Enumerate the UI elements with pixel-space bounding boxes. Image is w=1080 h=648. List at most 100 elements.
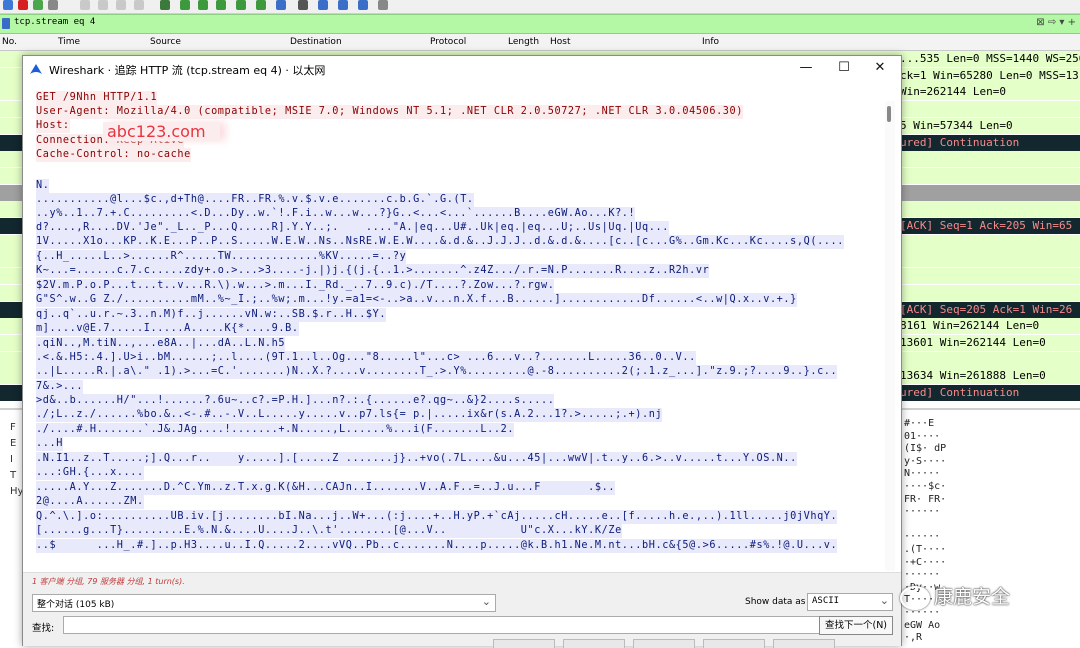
server-line: {..H_.....L..>......R^.....TW...........…	[36, 250, 407, 264]
detail-item[interactable]: T	[10, 470, 16, 481]
restart-capture-icon[interactable]	[33, 0, 43, 10]
server-line: $2V.m.P.o.P...t...t..v...R.\).w...>.m...…	[36, 279, 555, 293]
server-line: 2@....A......ZM.	[36, 495, 144, 509]
display-filter-input[interactable]: tcp.stream eq 4	[14, 17, 95, 27]
col-destination[interactable]: Destination	[290, 37, 342, 47]
hex-ascii-line: ····$c·	[904, 481, 947, 492]
col-time[interactable]: Time	[58, 37, 80, 47]
stream-content[interactable]: GET /9Nhn HTTP/1.1 User-Agent: Mozilla/4.…	[31, 91, 883, 571]
hex-ascii-line: .(T····	[904, 544, 947, 555]
server-line: 1V.....X1o...KP..K.E...P..P..S.....W.E.W…	[36, 235, 845, 249]
normal-size-icon[interactable]	[358, 0, 368, 10]
find-input[interactable]	[63, 616, 821, 634]
wireshark-fin-icon	[30, 64, 42, 74]
detail-item[interactable]: E	[10, 438, 16, 449]
server-line: 7&.>...	[36, 380, 84, 394]
server-line: G"S^.w..G Z./..........mM..%~_I.;..%w;.m…	[36, 293, 797, 307]
open-file-icon[interactable]	[80, 0, 90, 10]
server-line: d?....,R....DV.'Je"._L.._P...Q.....R].Y.…	[36, 221, 669, 235]
last-packet-icon[interactable]	[256, 0, 266, 10]
server-line: ...H	[36, 437, 63, 451]
server-line: >d&..b......H/"...!......?.6u~..c?.=P.H.…	[36, 394, 555, 408]
col-no[interactable]: No.	[2, 37, 17, 47]
server-line: m]....v@E.7.....I.....A.....K{*....9.B.	[36, 322, 299, 336]
close-file-icon[interactable]	[116, 0, 126, 10]
packet-info: 8161 Win=262144 Len=0	[900, 319, 1040, 333]
col-info[interactable]: Info	[702, 37, 719, 47]
hex-ascii-line: #···E	[904, 418, 935, 429]
close-button[interactable]: ✕	[865, 59, 895, 77]
col-source[interactable]: Source	[150, 37, 181, 47]
server-line: .<.&.H5:.4.].U>i..bM......;..l....(9T.1.…	[36, 351, 696, 365]
client-line: GET /9Nhn HTTP/1.1	[36, 91, 158, 105]
display-filter-bar[interactable]: tcp.stream eq 4 ⊠ ⇨ ▾ +	[0, 14, 1080, 34]
first-packet-icon[interactable]	[236, 0, 246, 10]
col-protocol[interactable]: Protocol	[430, 37, 466, 47]
watermark: 康鹿安全	[900, 582, 1060, 612]
server-line: N.	[36, 179, 50, 193]
go-forward-icon[interactable]	[198, 0, 208, 10]
hex-ascii-line: ······	[904, 531, 941, 543]
resize-columns-icon[interactable]	[378, 0, 388, 10]
server-line: .....A.Y...Z.......D.^C.Ym..z.T.x.g.K(&H…	[36, 481, 616, 495]
client-line: Host:	[36, 119, 70, 133]
minimize-button[interactable]: —	[791, 59, 821, 77]
show-data-label: Show data as	[745, 597, 806, 607]
go-to-packet-icon[interactable]	[216, 0, 226, 10]
hex-ascii-line: 01····	[904, 430, 941, 442]
hex-ascii-line: ······	[904, 569, 941, 581]
filter-buttons[interactable]: ⊠ ⇨ ▾ +	[1036, 17, 1076, 28]
zoom-in-icon[interactable]	[318, 0, 328, 10]
save-file-icon[interactable]	[98, 0, 108, 10]
find-next-button[interactable]: 查找下一个(N)	[819, 616, 893, 635]
maximize-button[interactable]: ☐	[829, 59, 859, 77]
server-line: ./;L..z./......%bo.&..<-.#..-.V..L.....y…	[36, 408, 663, 422]
show-data-select[interactable]: ASCII ⌄	[807, 593, 893, 611]
dialog-title: Wireshark · 追踪 HTTP 流 (tcp.stream eq 4) …	[49, 64, 326, 77]
packet-info: [ACK] Seq=1 Ack=205 Win=65	[900, 219, 1073, 232]
server-line: .N.I1..z..T.....;].Q...r.. y.....].[....…	[36, 452, 797, 466]
hex-ascii-line: y·S····	[904, 455, 947, 467]
start-capture-icon[interactable]	[3, 0, 13, 10]
main-toolbar	[0, 0, 1080, 14]
find-label: 查找:	[32, 623, 55, 634]
dialog-titlebar: Wireshark · 追踪 HTTP 流 (tcp.stream eq 4) …	[23, 56, 901, 82]
wechat-icon	[900, 586, 930, 610]
server-line: ..|L.....R.|.a\." .1).>...=C.'.......)N.…	[36, 365, 838, 379]
autoscroll-icon[interactable]	[276, 0, 286, 10]
server-line: qj..q`..u.r.~.3..n.M)f..j......vN.w:..SB…	[36, 308, 387, 322]
stop-capture-icon[interactable]	[18, 0, 28, 10]
conversation-select[interactable]: 整个对话 (105 kB) ⌄	[32, 594, 496, 612]
client-line: Cache-Control: no-cache	[36, 148, 191, 162]
detail-item[interactable]: F	[10, 422, 16, 433]
detail-item[interactable]: I	[10, 454, 13, 465]
options-icon[interactable]	[48, 0, 58, 10]
chevron-down-icon: ⌄	[879, 594, 889, 607]
server-line: Q.^.\.].o:..........UB.iv.[j........bI.N…	[36, 510, 838, 524]
find-packet-icon[interactable]	[160, 0, 170, 10]
col-host[interactable]: Host	[550, 37, 571, 47]
watermark-text: 康鹿安全	[934, 586, 1011, 608]
host-value: abc123.com	[103, 122, 220, 141]
packet-list-header: No. Time Source Destination Protocol Len…	[0, 34, 1080, 51]
go-back-icon[interactable]	[180, 0, 190, 10]
follow-http-stream-dialog: Wireshark · 追踪 HTTP 流 (tcp.stream eq 4) …	[22, 55, 902, 648]
server-line: K~...=......c.7.c.....zdy+.o.>...>3....-…	[36, 264, 710, 278]
packet-summary: 1 客户端 分组, 79 服务器 分组, 1 turn(s).	[32, 577, 185, 586]
hex-ascii-line: ·,R	[904, 632, 923, 644]
server-line: [......g...T}.........E.%.N.&....U....J.…	[36, 524, 622, 538]
bookmark-icon[interactable]	[2, 18, 10, 29]
server-line: ...:GH.{...x....	[36, 466, 144, 480]
packet-info: ured] Continuation	[900, 135, 1020, 149]
col-length[interactable]: Length	[508, 37, 539, 47]
server-line: .qiN..,M.tiN..,...e8A..|...dA..L.N.h5	[36, 337, 286, 351]
colorize-icon[interactable]	[298, 0, 308, 10]
packet-info: Win=262144 Len=0	[900, 85, 1006, 99]
conversation-value: 整个对话 (105 kB)	[37, 600, 115, 610]
reload-icon[interactable]	[134, 0, 144, 10]
zoom-out-icon[interactable]	[338, 0, 348, 10]
scrollbar-thumb[interactable]	[887, 106, 891, 122]
stream-scrollbar[interactable]	[885, 101, 895, 571]
server-line: ..y%..1..7.+.C.........<.D...Dy..w.`!.F.…	[36, 207, 636, 221]
packet-info: ck=1 Win=65280 Len=0 MSS=13	[900, 68, 1079, 82]
